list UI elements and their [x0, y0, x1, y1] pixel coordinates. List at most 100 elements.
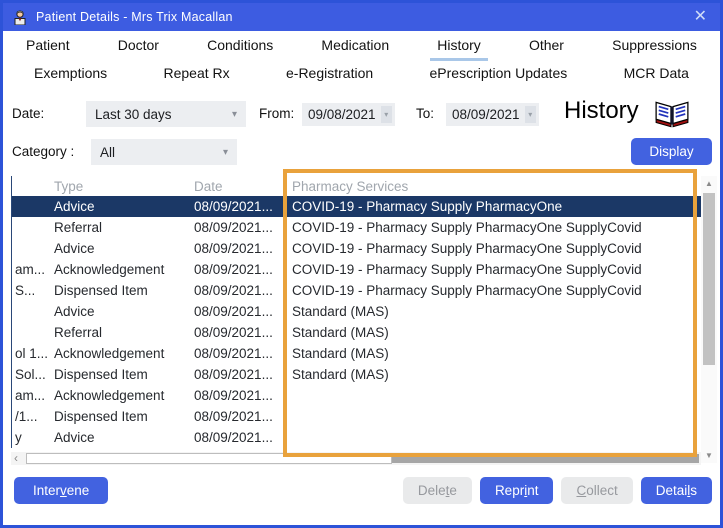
tab-mcr-data[interactable]: MCR Data [617, 62, 696, 89]
tab-label: History [430, 34, 488, 61]
date-range-dropdown[interactable]: Last 30 days ▾ [86, 101, 246, 127]
horizontal-scrollbar-thumb[interactable] [26, 453, 392, 464]
list-item[interactable]: am...Acknowledgement08/09/2021...COVID-1… [12, 259, 701, 280]
list-item[interactable]: Referral08/09/2021...Standard (MAS) [12, 322, 701, 343]
collect-button[interactable]: Collect [561, 477, 632, 504]
scroll-left-icon[interactable]: ‹ [14, 452, 18, 464]
tab-label: Suppressions [605, 34, 704, 61]
cell-type: Acknowledgement [54, 346, 194, 361]
cell-type: Dispensed Item [54, 409, 194, 424]
tab-label: Conditions [200, 34, 280, 61]
category-label: Category : [12, 138, 74, 166]
close-icon[interactable]: ✕ [690, 9, 711, 25]
cell-item: am... [12, 388, 54, 403]
chevron-down-icon[interactable]: ▾ [381, 106, 392, 123]
list-item[interactable]: Sol...Dispensed Item08/09/2021...Standar… [12, 364, 701, 385]
cell-item: ol 1... [12, 346, 54, 361]
cell-type: Advice [54, 304, 194, 319]
cell-type: Dispensed Item [54, 283, 194, 298]
tab-other[interactable]: Other [522, 34, 571, 61]
tab-patient[interactable]: Patient [19, 34, 77, 61]
window-title: Patient Details - Mrs Trix Macallan [36, 10, 233, 24]
to-date-field[interactable]: 08/09/2021 ▾ [446, 103, 539, 126]
category-dropdown[interactable]: All ▾ [91, 139, 237, 165]
column-header-date[interactable]: Date [194, 179, 292, 194]
cell-date: 08/09/2021... [194, 325, 292, 340]
tab-label: Doctor [111, 34, 166, 61]
button-label-part: C [576, 483, 586, 498]
tab-label: Exemptions [27, 62, 114, 89]
section-title: History [564, 97, 639, 125]
cell-date: 08/09/2021... [194, 304, 292, 319]
tab-doctor[interactable]: Doctor [111, 34, 166, 61]
patient-details-window: Patient Details - Mrs Trix Macallan ✕ Pa… [0, 0, 723, 528]
intervene-button[interactable]: Intervene [14, 477, 108, 504]
chevron-down-icon: ▾ [232, 109, 237, 120]
scroll-down-icon[interactable]: ▼ [701, 451, 717, 460]
cell-date: 08/09/2021... [194, 409, 292, 424]
list-item[interactable]: Advice08/09/2021...COVID-19 - Pharmacy S… [12, 196, 701, 217]
cell-date: 08/09/2021... [194, 262, 292, 277]
tab-exemptions[interactable]: Exemptions [27, 62, 114, 89]
horizontal-scrollbar[interactable]: ‹ [11, 452, 701, 465]
tab-e-registration[interactable]: e-Registration [279, 62, 380, 89]
cell-service: Standard (MAS) [292, 367, 701, 382]
list-item[interactable]: Advice08/09/2021...COVID-19 - Pharmacy S… [12, 238, 701, 259]
title-bar: Patient Details - Mrs Trix Macallan ✕ [3, 3, 720, 31]
tab-suppressions[interactable]: Suppressions [605, 34, 704, 61]
list-item[interactable]: am...Acknowledgement08/09/2021... [12, 385, 701, 406]
cell-date: 08/09/2021... [194, 283, 292, 298]
tab-label: Repeat Rx [157, 62, 237, 89]
cell-type: Advice [54, 199, 194, 214]
button-label-part: Inter [33, 483, 60, 498]
tab-eprescription-updates[interactable]: ePrescription Updates [423, 62, 575, 89]
cell-item: S... [12, 283, 54, 298]
tab-strip-row-2: Exemptions Repeat Rx e-Registration ePrescr… [3, 61, 720, 89]
tab-conditions[interactable]: Conditions [200, 34, 280, 61]
column-header-pharmacy-services[interactable]: Pharmacy Services [292, 179, 701, 194]
tab-label: Medication [314, 34, 396, 61]
column-header-type[interactable]: Type [54, 179, 194, 194]
vertical-scrollbar[interactable]: ▲ ▼ [701, 176, 717, 463]
from-date-field[interactable]: 09/08/2021 ▾ [302, 103, 395, 126]
category-filter-row: Category : All ▾ Display [3, 138, 720, 168]
list-item[interactable]: Advice08/09/2021...Standard (MAS) [12, 301, 701, 322]
delete-button[interactable]: Delete [403, 477, 472, 504]
list-item[interactable]: ol 1...Acknowledgement08/09/2021...Stand… [12, 343, 701, 364]
details-button[interactable]: Details [641, 477, 712, 504]
tab-history[interactable]: History [430, 34, 488, 61]
tab-repeat-rx[interactable]: Repeat Rx [157, 62, 237, 89]
list-item[interactable]: S...Dispensed Item08/09/2021...COVID-19 … [12, 280, 701, 301]
button-label-part: Detai [656, 483, 688, 498]
button-label-part: nt [527, 483, 538, 498]
open-book-icon [654, 100, 690, 133]
tab-label: Other [522, 34, 571, 61]
cell-item: Sol... [12, 367, 54, 382]
list-header: Type Date Pharmacy Services [12, 176, 701, 196]
from-label: From: [259, 100, 294, 128]
cell-date: 08/09/2021... [194, 388, 292, 403]
vertical-scrollbar-thumb[interactable] [703, 193, 715, 365]
reprint-button[interactable]: Reprint [480, 477, 554, 504]
date-filter-row: Date: Last 30 days ▾ From: 09/08/2021 ▾ … [3, 100, 720, 130]
cell-date: 08/09/2021... [194, 430, 292, 445]
scroll-up-icon[interactable]: ▲ [701, 179, 717, 188]
cell-service: COVID-19 - Pharmacy Supply PharmacyOne S… [292, 262, 701, 277]
list-item[interactable]: yAdvice08/09/2021... [12, 427, 701, 448]
display-button[interactable]: Display [631, 138, 712, 165]
chevron-down-icon[interactable]: ▾ [525, 106, 536, 123]
date-range-value: Last 30 days [95, 107, 172, 122]
cell-item: y [12, 430, 54, 445]
cell-date: 08/09/2021... [194, 199, 292, 214]
to-date-value: 08/09/2021 [452, 107, 520, 122]
from-date-value: 09/08/2021 [308, 107, 376, 122]
button-label-part: ene [67, 483, 90, 498]
tab-label: e-Registration [279, 62, 380, 89]
list-item[interactable]: /1...Dispensed Item08/09/2021... [12, 406, 701, 427]
button-label-part: s [690, 483, 697, 498]
horizontal-scrollbar-track[interactable] [392, 454, 699, 463]
tab-medication[interactable]: Medication [314, 34, 396, 61]
cell-service: Standard (MAS) [292, 304, 701, 319]
list-item[interactable]: Referral08/09/2021...COVID-19 - Pharmacy… [12, 217, 701, 238]
cell-service: COVID-19 - Pharmacy Supply PharmacyOne S… [292, 283, 701, 298]
